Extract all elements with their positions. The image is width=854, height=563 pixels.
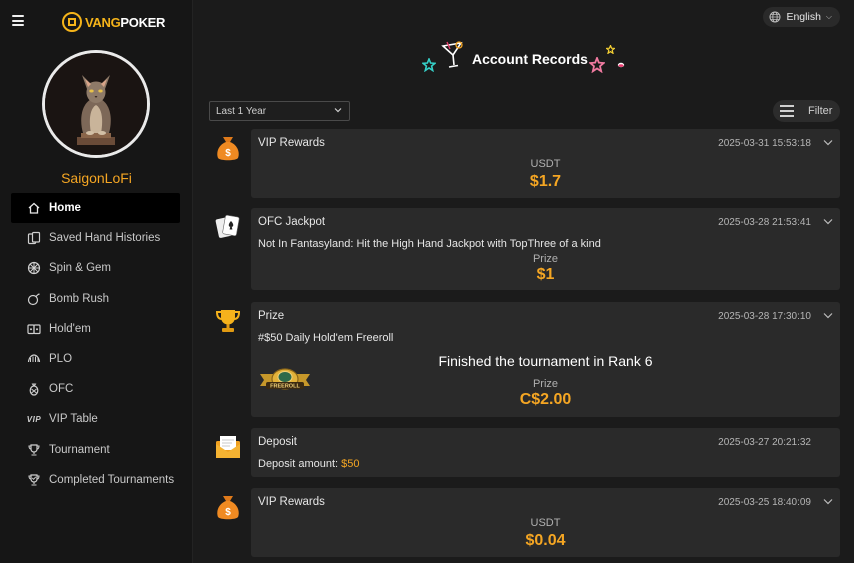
record-amount: $1 xyxy=(536,266,555,283)
record-card[interactable]: Prize 2025-03-28 17:30:10 #$50 Daily Hol… xyxy=(251,302,840,417)
chevron-down-icon: ⌵ xyxy=(825,12,832,21)
star-decoration-icon xyxy=(422,58,436,72)
record-type: VIP Rewards xyxy=(258,496,325,508)
logo-prefix: VANG xyxy=(85,14,121,30)
cat-avatar-icon xyxy=(45,53,147,155)
chevron-down-icon[interactable] xyxy=(823,312,833,319)
record-time: 2025-03-27 20:21:32 xyxy=(718,437,811,448)
home-icon xyxy=(27,201,41,215)
record-amount: $0.04 xyxy=(525,532,566,549)
language-label: English xyxy=(786,11,821,23)
record-description: Not In Fantasyland: Hit the High Hand Ja… xyxy=(258,238,601,250)
sidebar-item-bomb-rush[interactable]: Bomb Rush xyxy=(11,284,180,314)
record-type: OFC Jackpot xyxy=(258,216,326,228)
sidebar-item-label: Bomb Rush xyxy=(49,292,110,305)
record-card[interactable]: VIP Rewards 2025-03-25 18:40:09 USDT $0.… xyxy=(251,488,840,557)
page-header: Account Records xyxy=(193,40,854,80)
deposit-amount: $50 xyxy=(341,458,360,470)
vip-icon: VIP xyxy=(26,414,42,424)
record-time: 2025-03-25 18:40:09 xyxy=(718,497,811,508)
record-time: 2025-03-28 21:53:41 xyxy=(718,217,811,228)
logo-suffix: POKER xyxy=(120,14,166,30)
pink-star-icon xyxy=(589,57,605,73)
sidebar-item-label: Spin & Gem xyxy=(49,262,111,275)
holdem-icon xyxy=(27,322,41,336)
record-label: USDT xyxy=(530,158,561,170)
record-description: Deposit amount: $50 xyxy=(258,458,360,470)
bomb-icon xyxy=(27,292,41,306)
chevron-down-icon xyxy=(334,108,342,113)
money-bag-icon: $ xyxy=(217,496,239,520)
trophy-icon xyxy=(27,443,41,457)
record-time: 2025-03-28 17:30:10 xyxy=(718,311,811,322)
record-amount: C$2.00 xyxy=(519,391,572,408)
sidebar-item-vip-table[interactable]: VIP VIP Table xyxy=(11,404,180,434)
record-type: Prize xyxy=(258,310,285,322)
sidebar-item-ofc[interactable]: OFC xyxy=(11,374,180,404)
sidebar-item-plo[interactable]: PLO xyxy=(11,344,180,374)
svg-text:$: $ xyxy=(225,148,231,159)
record-label: USDT xyxy=(530,517,561,529)
plo-icon xyxy=(27,352,41,366)
money-bag-icon: $ xyxy=(217,137,239,161)
sidebar-item-label: OFC xyxy=(49,383,74,396)
record-label: Prize xyxy=(532,253,559,265)
sidebar-item-label: PLO xyxy=(49,353,73,366)
svg-text:$: $ xyxy=(225,507,231,518)
trophy-check-icon xyxy=(27,473,41,487)
record-result: Finished the tournament in Rank 6 xyxy=(438,353,653,369)
pineapple-icon xyxy=(27,382,41,396)
small-star-icon xyxy=(606,45,615,54)
avatar[interactable] xyxy=(42,50,150,158)
period-select[interactable]: Last 1 Year xyxy=(209,101,350,121)
sidebar-item-label: Tournament xyxy=(49,443,110,456)
record-card[interactable]: OFC Jackpot 2025-03-28 21:53:41 Not In F… xyxy=(251,208,840,290)
chevron-down-icon[interactable] xyxy=(823,218,833,225)
sidebar-item-label: Home xyxy=(49,202,81,215)
sidebar-item-saved-hand-histories[interactable]: Saved Hand Histories xyxy=(11,223,180,253)
record-label: Prize xyxy=(532,378,559,390)
chevron-down-icon[interactable] xyxy=(823,139,833,146)
sidebar-item-home[interactable]: Home xyxy=(11,193,180,224)
wheel-icon xyxy=(27,261,41,275)
trophy-icon xyxy=(215,310,241,332)
menu-icon[interactable] xyxy=(12,15,24,26)
sidebar: VANGPOKER SaigonLoFi Home Saved Hand His… xyxy=(0,0,193,563)
sidebar-item-label: Completed Tournaments xyxy=(49,473,175,486)
record-type: VIP Rewards xyxy=(258,137,325,149)
sidebar-item-label: Saved Hand Histories xyxy=(49,232,161,245)
record-amount: $1.7 xyxy=(529,173,562,190)
language-selector[interactable]: English ⌵ xyxy=(763,7,840,27)
main-content: English ⌵ Account Records Last 1 Year Fi… xyxy=(193,0,854,563)
sidebar-item-holdem[interactable]: Hold'em xyxy=(11,314,180,344)
globe-icon xyxy=(769,11,781,23)
sidebar-item-completed-tournaments[interactable]: Completed Tournaments xyxy=(11,465,180,495)
candy-icon xyxy=(617,62,625,68)
sidebar-item-spin-gem[interactable]: Spin & Gem xyxy=(11,253,180,283)
record-time: 2025-03-31 15:53:18 xyxy=(718,138,811,149)
sidebar-item-tournament[interactable]: Tournament xyxy=(11,435,180,465)
filter-icon xyxy=(780,105,794,117)
app: VANGPOKER SaigonLoFi Home Saved Hand His… xyxy=(0,0,854,563)
sidebar-item-label: Hold'em xyxy=(49,322,91,335)
envelope-icon xyxy=(216,436,240,458)
filter-label: Filter xyxy=(808,105,833,117)
filter-button[interactable]: Filter xyxy=(773,100,840,122)
sidebar-item-label: VIP Table xyxy=(49,413,98,426)
period-value: Last 1 Year xyxy=(216,105,267,117)
chevron-down-icon[interactable] xyxy=(823,498,833,505)
sidebar-nav: Home Saved Hand Histories Spin & Gem Bom… xyxy=(11,193,180,495)
record-type: Deposit xyxy=(258,436,297,448)
logo-mark-icon xyxy=(62,12,82,32)
username: SaigonLoFi xyxy=(61,170,132,186)
record-card[interactable]: VIP Rewards 2025-03-31 15:53:18 USDT $1.… xyxy=(251,129,840,198)
record-description: #$50 Daily Hold'em Freeroll xyxy=(258,332,394,344)
page-title: Account Records xyxy=(472,51,588,67)
playing-cards-icon xyxy=(215,214,240,238)
cards-icon xyxy=(27,231,41,245)
record-card[interactable]: Deposit 2025-03-27 20:21:32 Deposit amou… xyxy=(251,428,840,477)
logo[interactable]: VANGPOKER xyxy=(62,11,165,33)
deposit-label: Deposit amount: xyxy=(258,458,342,470)
cocktail-icon xyxy=(441,41,463,68)
